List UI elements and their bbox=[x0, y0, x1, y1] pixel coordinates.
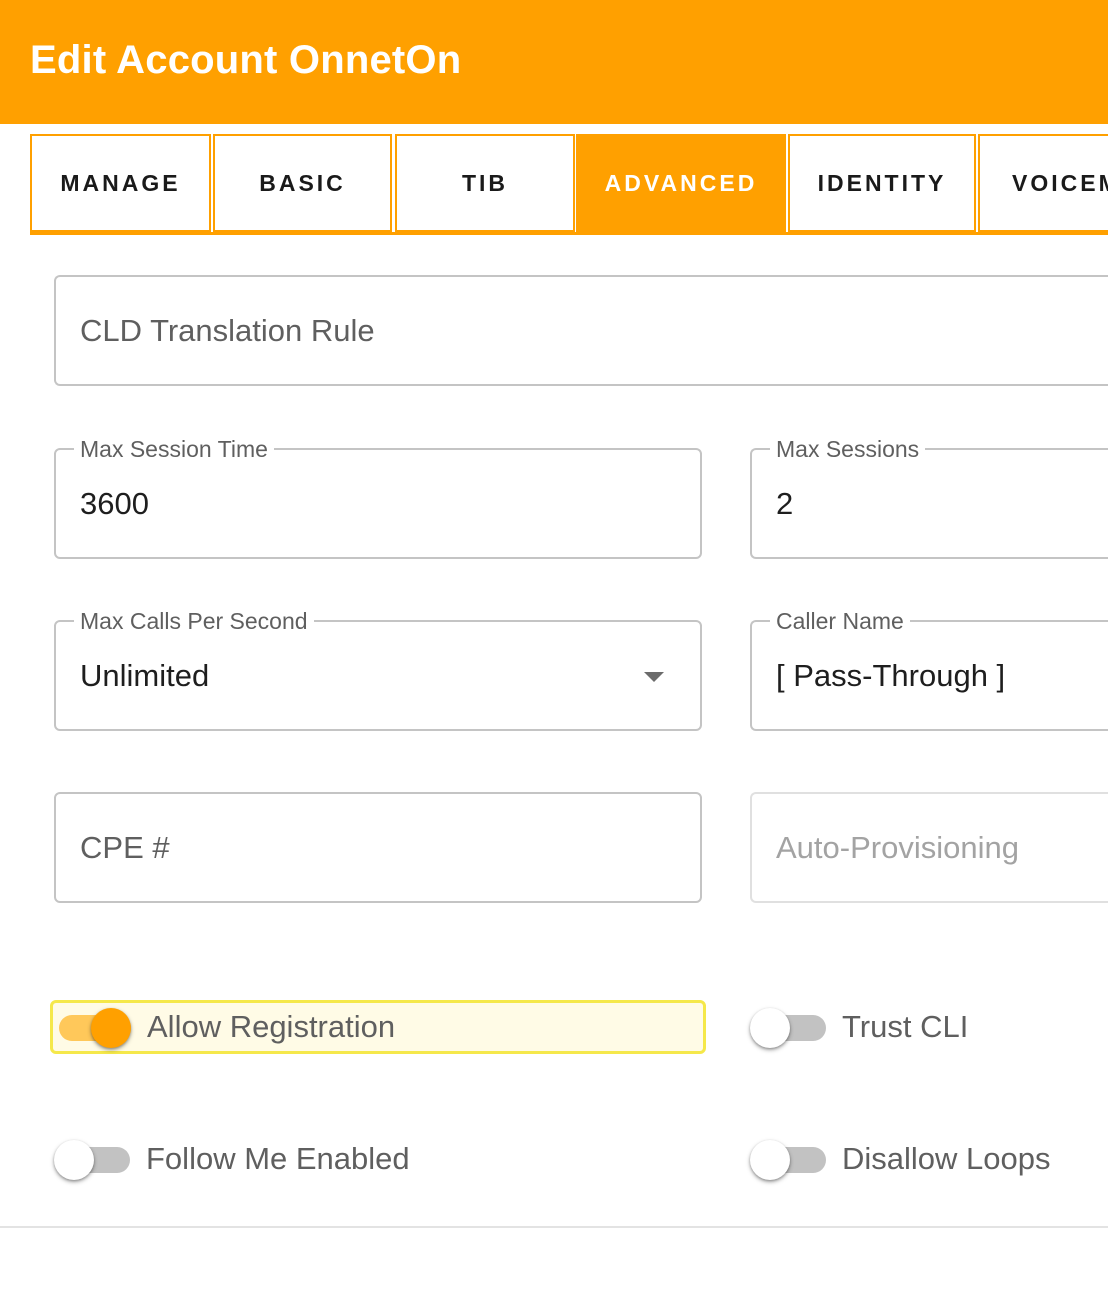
app-header: Edit Account OnnetOn bbox=[0, 0, 1108, 124]
switch-thumb bbox=[750, 1140, 790, 1180]
switch-thumb bbox=[750, 1008, 790, 1048]
trust-cli-label: Trust CLI bbox=[842, 1009, 969, 1044]
auto-provisioning-placeholder: Auto-Provisioning bbox=[776, 829, 1019, 865]
cpe-number-placeholder: CPE # bbox=[80, 829, 170, 865]
disallow-loops-switch[interactable] bbox=[750, 1139, 826, 1180]
tab-manage[interactable]: MANAGE bbox=[30, 134, 211, 232]
max-calls-per-second-select[interactable]: Max Calls Per Second Unlimited bbox=[54, 607, 702, 731]
follow-me-enabled-switch[interactable] bbox=[54, 1139, 130, 1180]
tab-indicator-line bbox=[30, 232, 1108, 235]
max-sessions-field[interactable]: Max Sessions 2 bbox=[750, 435, 1108, 559]
max-sessions-value: 2 bbox=[776, 485, 794, 521]
cpe-number-field[interactable]: CPE # bbox=[54, 792, 702, 903]
max-calls-per-second-value: Unlimited bbox=[80, 657, 210, 693]
allow-registration-label: Allow Registration bbox=[147, 1009, 396, 1044]
max-session-time-label: Max Session Time bbox=[74, 435, 274, 463]
switch-thumb bbox=[54, 1140, 94, 1180]
allow-registration-switch[interactable] bbox=[55, 1007, 131, 1048]
tab-advanced[interactable]: ADVANCED bbox=[576, 134, 786, 232]
trust-cli-toggle[interactable]: Trust CLI bbox=[750, 1000, 1090, 1054]
caller-name-field[interactable]: Caller Name [ Pass-Through ] bbox=[750, 607, 1108, 731]
cld-translation-rule-placeholder: CLD Translation Rule bbox=[80, 312, 375, 348]
caller-name-value: [ Pass-Through ] bbox=[776, 657, 1006, 693]
disallow-loops-toggle[interactable]: Disallow Loops bbox=[750, 1132, 1090, 1186]
tab-voicemail[interactable]: VOICEM bbox=[978, 134, 1108, 232]
tab-tib[interactable]: TIB bbox=[395, 134, 575, 232]
follow-me-enabled-label: Follow Me Enabled bbox=[146, 1141, 410, 1176]
divider bbox=[0, 1226, 1108, 1228]
max-calls-per-second-label: Max Calls Per Second bbox=[74, 607, 314, 635]
page-title: Edit Account OnnetOn bbox=[30, 38, 462, 82]
tab-bar: MANAGE BASIC TIB ADVANCED IDENTITY VOICE… bbox=[30, 134, 1108, 235]
trust-cli-switch[interactable] bbox=[750, 1007, 826, 1048]
follow-me-enabled-toggle[interactable]: Follow Me Enabled bbox=[54, 1132, 654, 1186]
tab-identity[interactable]: IDENTITY bbox=[788, 134, 976, 232]
caller-name-label: Caller Name bbox=[770, 607, 910, 635]
max-sessions-label: Max Sessions bbox=[770, 435, 926, 463]
max-session-time-value: 3600 bbox=[80, 485, 149, 521]
disallow-loops-label: Disallow Loops bbox=[842, 1141, 1051, 1176]
dropdown-arrow-icon[interactable] bbox=[644, 671, 664, 682]
cld-translation-rule-field[interactable]: CLD Translation Rule bbox=[54, 275, 1108, 386]
auto-provisioning-field: Auto-Provisioning bbox=[750, 792, 1108, 903]
switch-thumb bbox=[91, 1008, 131, 1048]
allow-registration-toggle[interactable]: Allow Registration bbox=[50, 1000, 706, 1054]
tab-basic[interactable]: BASIC bbox=[213, 134, 392, 232]
max-session-time-field[interactable]: Max Session Time 3600 bbox=[54, 435, 702, 559]
